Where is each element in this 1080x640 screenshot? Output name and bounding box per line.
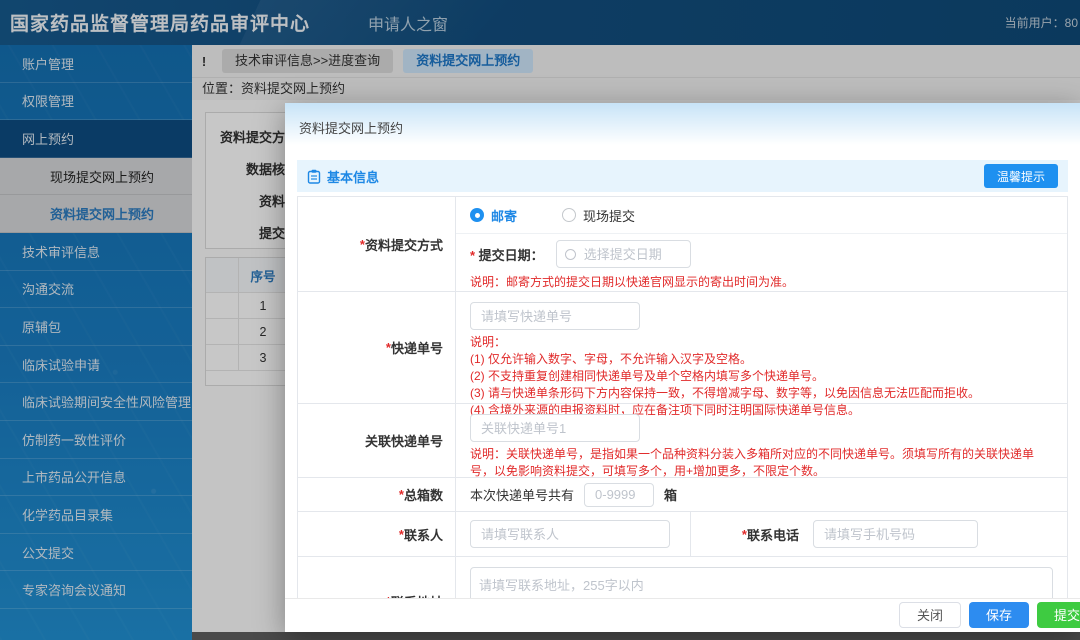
save-button[interactable]: 保存 — [968, 601, 1029, 628]
related-field[interactable] — [479, 419, 631, 437]
contact-field[interactable] — [479, 525, 661, 543]
phone-input[interactable] — [813, 520, 978, 548]
dialog-footer: 关闭 保存 提交 — [285, 598, 1080, 632]
submit-date-label: 提交日期： — [470, 245, 544, 264]
phone-label: 联系电话 — [691, 512, 811, 556]
radio-onsite-label[interactable]: 现场提交 — [583, 206, 635, 225]
basic-info-section-header: 基本信息 温馨提示 — [297, 160, 1068, 192]
related-label: 关联快递单号 — [298, 404, 456, 477]
boxes-input[interactable] — [584, 482, 655, 507]
related-input[interactable] — [470, 414, 640, 442]
row-related-tracking: 关联快递单号 说明：关联快递单号，是指如果一个品种资料分装入多箱所对应的不同快递… — [298, 404, 1067, 478]
tracking-note-title: 说明： — [470, 335, 507, 349]
dialog-header: 资料提交网上预约 — [285, 103, 1080, 145]
tracking-input[interactable] — [470, 302, 640, 330]
tracking-label: 快递单号 — [298, 292, 456, 403]
address-label: 联系地址 — [298, 557, 456, 598]
submit-date-input[interactable] — [555, 240, 691, 269]
tracking-note-1: (1) 仅允许输入数字、字母，不允许输入汉字及空格。 — [470, 352, 753, 366]
phone-field[interactable] — [822, 525, 969, 543]
boxes-unit: 箱 — [664, 488, 678, 503]
boxes-field[interactable] — [593, 486, 646, 503]
submit-method-label: 资料提交方式 — [298, 197, 456, 291]
row-address: 联系地址 — [298, 557, 1067, 598]
clock-icon — [564, 248, 576, 260]
submit-button[interactable]: 提交 — [1036, 601, 1080, 628]
contact-label: 联系人 — [298, 512, 456, 556]
submit-method-note: 说明：邮寄方式的提交日期以快递官网显示的寄出时间为准。 — [470, 275, 795, 289]
tracking-note-2: (2) 不支持重复创建相同快递单号及单个空格内填写多个快递单号。 — [470, 369, 825, 383]
material-booking-dialog: 资料提交网上预约 基本信息 温馨提示 资料提交方式 邮寄 — [285, 103, 1080, 632]
dialog-title: 资料提交网上预约 — [299, 121, 404, 136]
radio-mail[interactable] — [470, 208, 484, 223]
address-textarea[interactable] — [470, 567, 1053, 598]
contact-input[interactable] — [470, 520, 670, 548]
booking-form: 资料提交方式 邮寄 现场提交 提交日期： — [297, 196, 1068, 598]
tracking-note-3: (3) 请与快递单条形码下方内容保持一致，不得增减字母、数字等，以免因信息无法匹… — [470, 386, 981, 400]
row-submit-method: 资料提交方式 邮寄 现场提交 提交日期： — [298, 197, 1067, 292]
close-button[interactable]: 关闭 — [898, 601, 961, 628]
tracking-field[interactable] — [479, 307, 631, 325]
boxes-label: 总箱数 — [298, 478, 456, 511]
submit-date-field[interactable] — [581, 245, 682, 263]
page-bottom-strip — [192, 632, 1080, 640]
row-total-boxes: 总箱数 本次快递单号共有 箱 — [298, 478, 1067, 512]
row-contact: 联系人 联系电话 — [298, 512, 1067, 557]
clipboard-icon — [307, 169, 321, 184]
boxes-prefix: 本次快递单号共有 — [470, 488, 575, 503]
radio-mail-label[interactable]: 邮寄 — [491, 206, 517, 225]
row-tracking-number: 快递单号 说明： (1) 仅允许输入数字、字母，不允许输入汉字及空格。 (2) … — [298, 292, 1067, 417]
radio-onsite[interactable] — [562, 208, 577, 223]
tips-button[interactable]: 温馨提示 — [983, 164, 1058, 188]
dialog-body: 基本信息 温馨提示 资料提交方式 邮寄 现场提交 提交日期： — [285, 145, 1080, 598]
submit-method-radio-group: 邮寄 现场提交 — [456, 197, 1067, 235]
section-title: 基本信息 — [327, 169, 380, 185]
